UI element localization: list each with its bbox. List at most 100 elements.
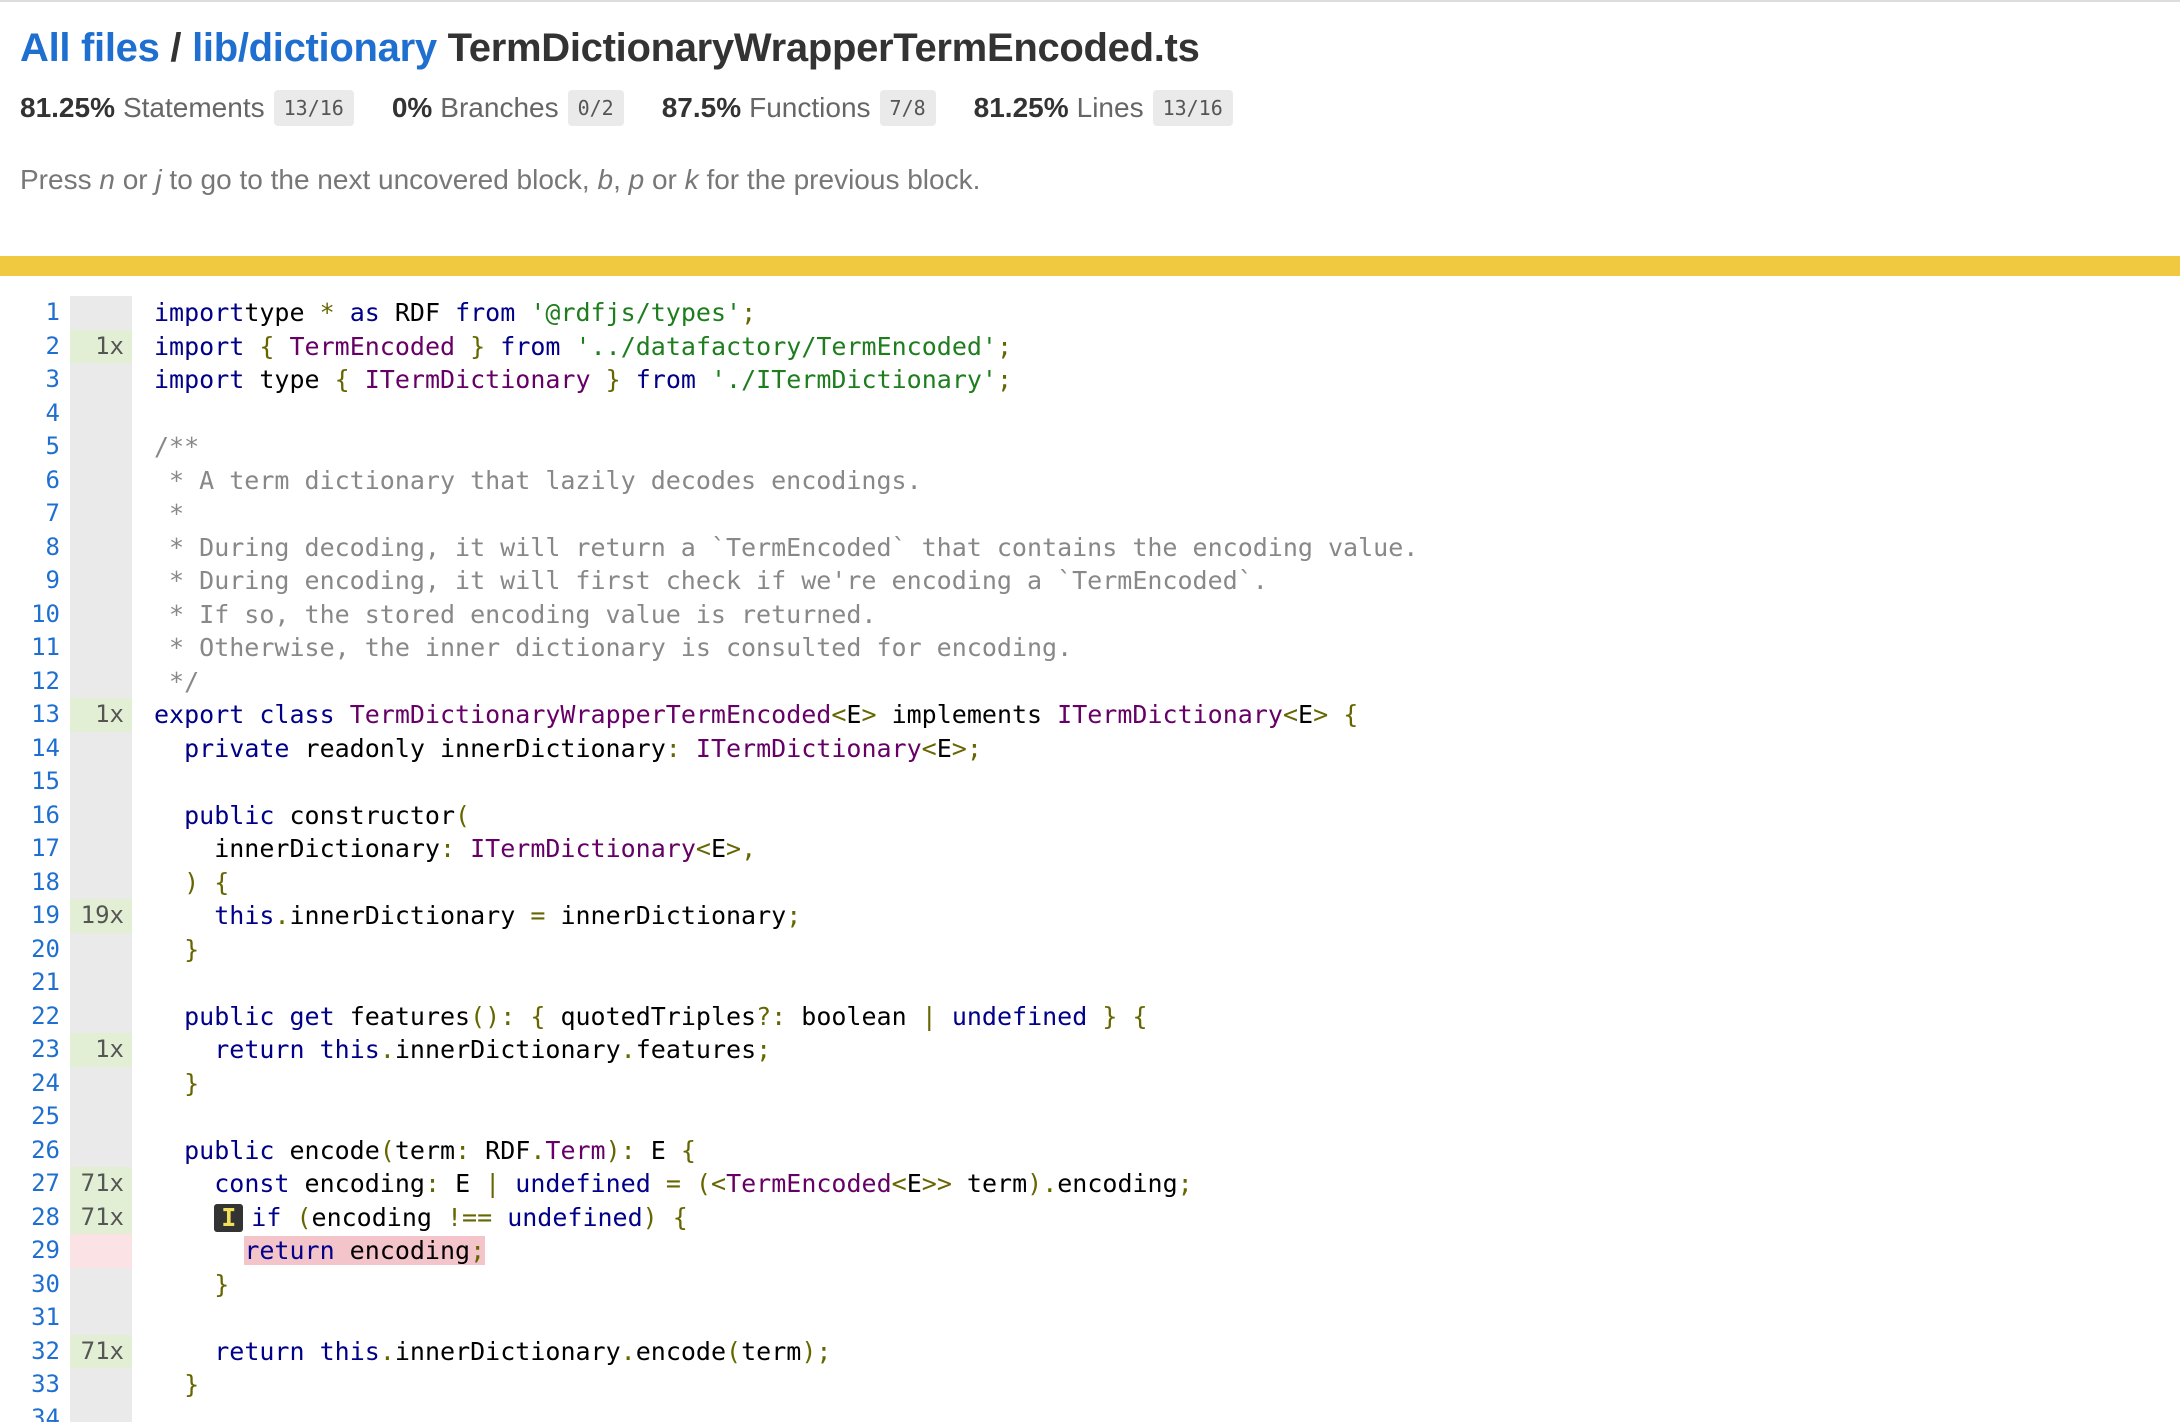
line-number-link[interactable]: 13 [0, 698, 70, 732]
line-number-link[interactable]: 17 [0, 832, 70, 866]
line-number-link[interactable]: 18 [0, 866, 70, 900]
code-token: ITermDictionary [1057, 700, 1283, 729]
code-token: . [620, 1035, 636, 1064]
line-number-link[interactable]: 12 [0, 665, 70, 699]
line-number-link[interactable]: 26 [0, 1134, 70, 1168]
source-code [132, 1100, 154, 1134]
hit-count [70, 1368, 132, 1402]
line-number-link[interactable]: 33 [0, 1368, 70, 1402]
code-token: : [439, 834, 456, 863]
branch-not-taken-marker: I [214, 1203, 244, 1232]
code-line: 5 /** [0, 430, 2180, 464]
code-token: E [635, 1135, 681, 1165]
code-token: ( [296, 1202, 312, 1232]
line-number-link[interactable]: 16 [0, 799, 70, 833]
hit-count: 1x [70, 698, 132, 732]
code-token: * A term dictionary that lazily decodes … [154, 465, 922, 495]
code-line: 21 [0, 966, 2180, 1000]
code-line: 28 71x Iif (encoding !== undefined) { [0, 1200, 2180, 1235]
line-number-link[interactable]: 31 [0, 1301, 70, 1335]
source-code [132, 1301, 154, 1335]
code-line: 6 * A term dictionary that lazily decode… [0, 463, 2180, 498]
line-number-link[interactable]: 11 [0, 631, 70, 665]
source-code: } [132, 1368, 199, 1402]
source-code: public constructor( [132, 799, 470, 833]
line-number-link[interactable]: 24 [0, 1067, 70, 1101]
hit-count [70, 597, 132, 631]
hint-key-n: n [99, 164, 115, 195]
line-number-link[interactable]: 6 [0, 464, 70, 498]
code-token: innerDictionary [289, 901, 531, 930]
line-number-link[interactable]: 3 [0, 363, 70, 397]
source-code: innerDictionary: ITermDictionary<E>, [132, 832, 756, 866]
hit-count: 1x [70, 1033, 132, 1067]
line-number-link[interactable]: 14 [0, 732, 70, 766]
code-token: './ITermDictionary' [711, 365, 997, 394]
line-number-link[interactable]: 32 [0, 1335, 70, 1369]
line-number-link[interactable]: 22 [0, 1000, 70, 1034]
line-number-link[interactable]: 29 [0, 1234, 70, 1268]
code-token: */ [154, 666, 200, 696]
code-token: ITermDictionary [364, 365, 591, 394]
code-token: term [951, 1169, 1028, 1198]
line-number-link[interactable]: 1 [0, 296, 70, 330]
line-number-link[interactable]: 28 [0, 1201, 70, 1235]
code-token: !== [446, 1202, 493, 1232]
hint-text: for the previous block. [706, 164, 981, 195]
line-number-link[interactable]: 2 [0, 330, 70, 364]
line-number-link[interactable]: 34 [0, 1402, 70, 1422]
code-token: encode [635, 1336, 727, 1366]
code-token: { [672, 1202, 688, 1232]
keyboard-hint: Press n or j to go to the next uncovered… [20, 164, 2160, 196]
code-line: 10 * If so, the stored encoding value is… [0, 597, 2180, 632]
page-title: All files / lib/dictionary TermDictionar… [20, 20, 2160, 76]
line-number-link[interactable]: 5 [0, 430, 70, 464]
line-number-link[interactable]: 30 [0, 1268, 70, 1302]
code-line: 33 } [0, 1368, 2180, 1402]
line-number-link[interactable]: 4 [0, 397, 70, 431]
code-token: import [154, 298, 245, 327]
code-token: /** [154, 432, 200, 461]
code-token: = [530, 901, 546, 930]
stat-fraction: 0/2 [567, 90, 624, 126]
code-token: = [665, 1169, 681, 1198]
line-number-link[interactable]: 21 [0, 966, 70, 1000]
all-files-link[interactable]: All files [20, 26, 160, 70]
line-number-link[interactable]: 20 [0, 933, 70, 967]
code-token: } [184, 934, 200, 964]
code-token: E [1298, 700, 1314, 729]
code-token: const [214, 1169, 290, 1198]
hit-count [70, 396, 132, 430]
stat-statements: 81.25% Statements 13/16 [20, 90, 354, 126]
line-number-link[interactable]: 10 [0, 598, 70, 632]
source-code: export class TermDictionaryWrapperTermEn… [132, 698, 1358, 732]
line-number-link[interactable]: 25 [0, 1100, 70, 1134]
stat-branches: 0% Branches 0/2 [392, 90, 624, 126]
source-code: public get features(): { quotedTriples?:… [132, 1000, 1147, 1034]
folder-link[interactable]: lib/dictionary [192, 26, 437, 70]
line-number-link[interactable]: 8 [0, 531, 70, 565]
code-token: (< [695, 1169, 727, 1198]
source-code: } [132, 1268, 229, 1302]
code-token: { [259, 331, 275, 361]
line-number-link[interactable]: 7 [0, 497, 70, 531]
code-token: } [184, 1068, 200, 1098]
code-token: E [906, 1169, 922, 1198]
hit-count [70, 966, 132, 1000]
line-number-link[interactable]: 23 [0, 1033, 70, 1067]
code-token: innerDictionary [394, 1336, 621, 1366]
code-line: 2 1x import { TermEncoded } from '../dataf… [0, 329, 2180, 364]
line-number-link[interactable]: 19 [0, 899, 70, 933]
code-token: ) [642, 1202, 658, 1232]
stat-label: Functions [749, 92, 871, 123]
line-number-link[interactable]: 27 [0, 1167, 70, 1201]
line-number-link[interactable]: 15 [0, 765, 70, 799]
code-token: RDF [379, 298, 456, 327]
line-number-link[interactable]: 9 [0, 564, 70, 598]
